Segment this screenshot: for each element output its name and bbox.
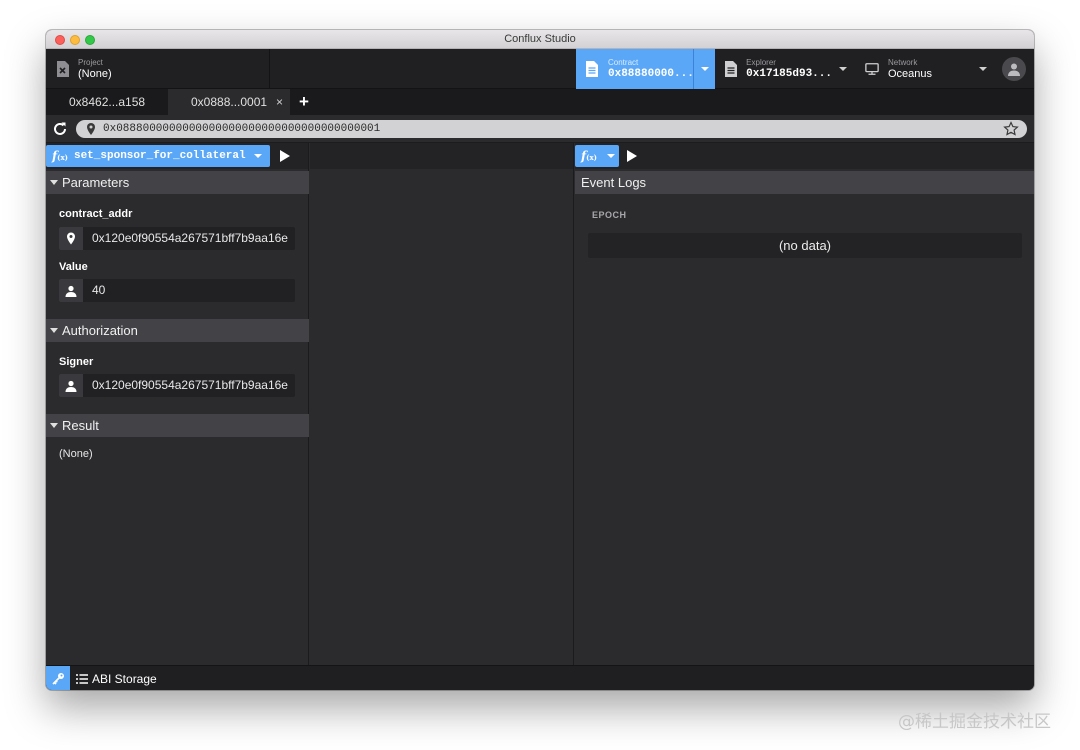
chevron-down-icon bbox=[979, 67, 987, 71]
value-input[interactable]: 40 bbox=[59, 279, 295, 302]
execute-button[interactable] bbox=[272, 145, 298, 167]
watermark: @稀土掘金技术社区 bbox=[898, 712, 1051, 732]
window-close-button[interactable] bbox=[55, 35, 65, 45]
chevron-down-icon bbox=[839, 67, 847, 71]
chevron-down-icon bbox=[253, 154, 262, 158]
explorer-selector[interactable]: Explorer 0x17185d93... bbox=[716, 49, 832, 89]
list-icon bbox=[76, 673, 88, 684]
refresh-icon[interactable] bbox=[52, 121, 68, 137]
empty-state: (no data) bbox=[588, 233, 1022, 258]
star-icon[interactable] bbox=[1003, 121, 1019, 137]
middle-toolbar bbox=[310, 143, 573, 169]
function-icon: f(x) bbox=[581, 149, 597, 163]
document-icon bbox=[725, 61, 738, 77]
window-maximize-button[interactable] bbox=[85, 35, 95, 45]
authorization-section-header[interactable]: Authorization bbox=[46, 319, 309, 342]
user-icon bbox=[1008, 63, 1020, 76]
file-x-icon bbox=[55, 61, 69, 77]
result-section-header[interactable]: Result bbox=[46, 414, 309, 437]
project-label: Project bbox=[78, 57, 103, 67]
title-bar: Conflux Studio bbox=[46, 30, 1034, 49]
event-logs-header: Event Logs bbox=[575, 171, 1034, 194]
address-bar: 0x08880000000000000000000000000000000000… bbox=[46, 115, 1034, 143]
map-pin-icon bbox=[59, 227, 83, 250]
address-input[interactable]: 0x08880000000000000000000000000000000000… bbox=[76, 120, 1027, 138]
signer-label: Signer bbox=[59, 356, 94, 368]
value-value: 40 bbox=[92, 283, 106, 297]
contract-addr-value: 0x120e0f90554a267571bff7b9aa16e bbox=[92, 231, 288, 245]
monitor-icon bbox=[865, 61, 879, 77]
function-toolbar: f(x) set_sponsor_for_collateral bbox=[46, 143, 308, 169]
close-icon[interactable]: × bbox=[276, 89, 283, 115]
user-avatar-button[interactable] bbox=[1002, 57, 1026, 81]
contract-addr-label: contract_addr bbox=[59, 208, 133, 220]
app-window: Conflux Studio Project (None) Contract 0… bbox=[46, 30, 1034, 690]
tab-label: 0x8462...a158 bbox=[69, 95, 146, 109]
explorer-label: Explorer bbox=[746, 57, 776, 67]
signer-value: 0x120e0f90554a267571bff7b9aa16e bbox=[92, 378, 288, 392]
play-icon bbox=[627, 150, 637, 162]
function-select[interactable]: f(x) set_sponsor_for_collateral bbox=[46, 145, 270, 167]
tab-bar: 0x8462...a158 0x0888...0001 × + bbox=[46, 89, 1034, 115]
window-minimize-button[interactable] bbox=[70, 35, 80, 45]
network-label: Network bbox=[888, 57, 918, 67]
document-icon bbox=[585, 61, 599, 77]
event-select[interactable]: f(x) bbox=[575, 145, 619, 167]
function-icon: f(x) bbox=[52, 149, 68, 163]
explorer-dropdown-button[interactable] bbox=[832, 49, 854, 89]
network-value: Oceanus bbox=[888, 67, 933, 80]
function-panel: f(x) set_sponsor_for_collateral Paramete… bbox=[46, 143, 309, 665]
contract-label: Contract bbox=[608, 57, 639, 67]
tab-address-2[interactable]: 0x0888...0001 × bbox=[168, 89, 290, 115]
network-dropdown-button[interactable] bbox=[972, 49, 994, 89]
caret-down-icon bbox=[50, 328, 58, 333]
middle-panel bbox=[310, 143, 574, 665]
user-icon bbox=[59, 374, 83, 397]
tab-label: 0x0888...0001 bbox=[191, 95, 268, 109]
main-panels: f(x) set_sponsor_for_collateral Paramete… bbox=[46, 143, 1034, 665]
caret-down-icon bbox=[50, 180, 58, 185]
chevron-down-icon bbox=[700, 67, 709, 71]
map-pin-icon bbox=[84, 122, 98, 136]
bottom-bar: ABI Storage bbox=[46, 665, 1034, 690]
address-value: 0x08880000000000000000000000000000000000… bbox=[103, 123, 381, 135]
event-toolbar: f(x) bbox=[575, 143, 1034, 169]
explorer-value: 0x17185d93... bbox=[746, 67, 832, 80]
user-icon bbox=[59, 279, 83, 302]
abi-storage-label: ABI Storage bbox=[92, 671, 157, 686]
contract-dropdown-button[interactable] bbox=[693, 49, 715, 89]
chevron-down-icon bbox=[606, 154, 615, 158]
contract-value: 0x88880000... bbox=[608, 67, 694, 80]
execute-event-button[interactable] bbox=[619, 145, 645, 167]
result-value: (None) bbox=[59, 448, 93, 460]
function-name: set_sponsor_for_collateral bbox=[73, 150, 246, 162]
tab-address-1[interactable]: 0x8462...a158 bbox=[46, 89, 168, 115]
abi-storage-button[interactable]: ABI Storage bbox=[76, 666, 157, 690]
epoch-column-header: EPOCH bbox=[592, 210, 627, 220]
signer-input[interactable]: 0x120e0f90554a267571bff7b9aa16e bbox=[59, 374, 295, 397]
caret-down-icon bbox=[50, 423, 58, 428]
key-icon bbox=[51, 673, 64, 685]
network-selector[interactable]: Network Oceanus bbox=[856, 49, 970, 89]
add-tab-button[interactable]: + bbox=[296, 89, 312, 115]
window-title: Conflux Studio bbox=[504, 33, 576, 45]
value-label: Value bbox=[59, 261, 88, 273]
contract-addr-input[interactable]: 0x120e0f90554a267571bff7b9aa16e bbox=[59, 227, 295, 250]
keypair-button[interactable] bbox=[46, 666, 70, 690]
project-selector[interactable]: Project (None) bbox=[46, 49, 270, 89]
play-icon bbox=[280, 150, 290, 162]
event-logs-panel: f(x) Event Logs EPOCH (no data) bbox=[575, 143, 1034, 665]
top-header: Project (None) Contract 0x88880000... Ex… bbox=[46, 49, 1034, 89]
parameters-section-header[interactable]: Parameters bbox=[46, 171, 309, 194]
project-value: (None) bbox=[78, 67, 112, 80]
